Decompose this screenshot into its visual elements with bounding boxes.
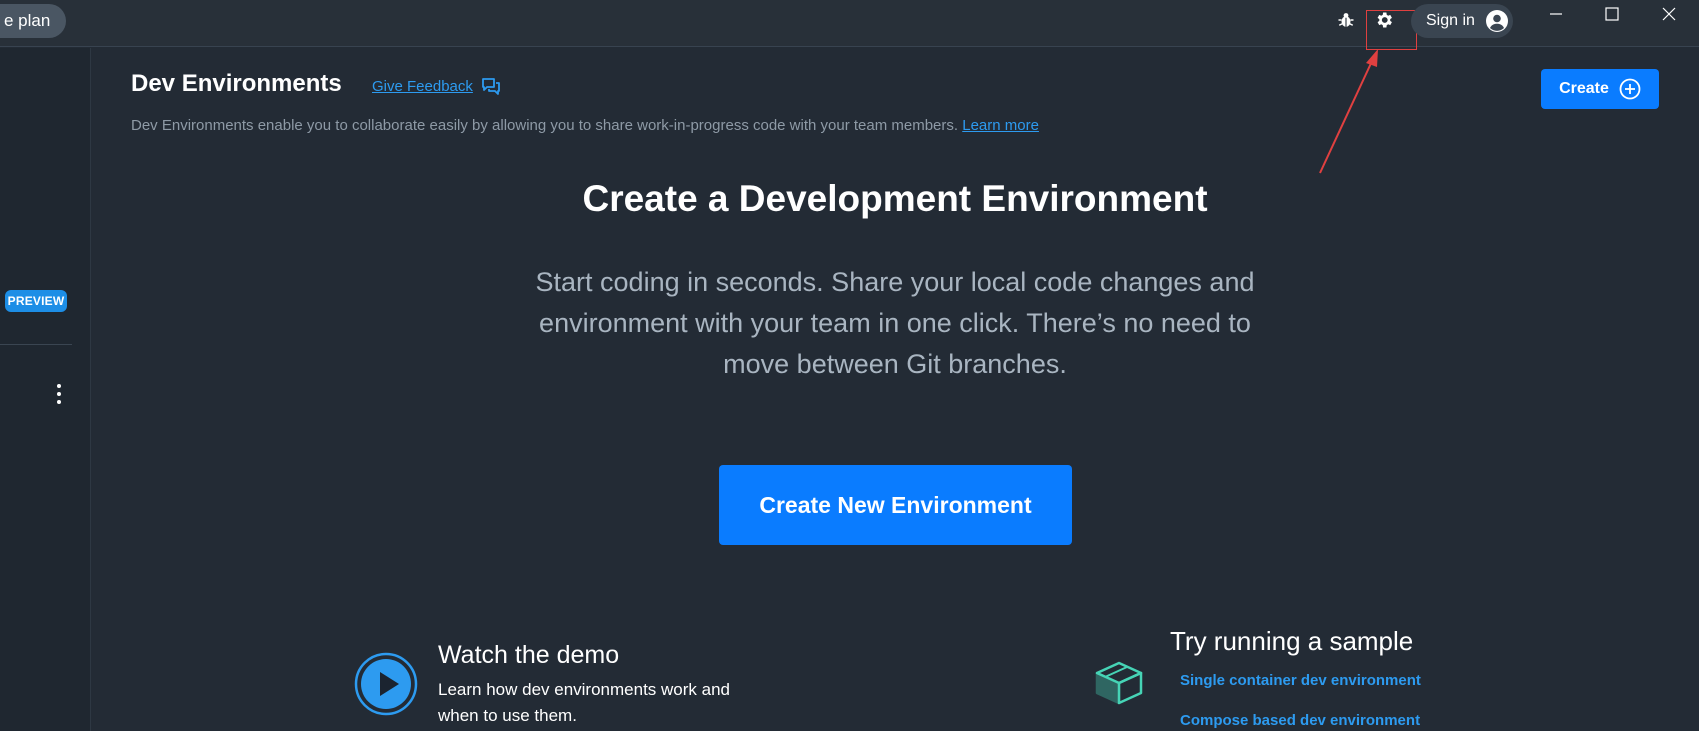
sign-in-label: Sign in [1426, 12, 1475, 29]
maximize-icon [1605, 7, 1619, 21]
learn-more-link[interactable]: Learn more [962, 117, 1039, 134]
hero-title: Create a Development Environment [582, 178, 1208, 219]
create-label: Create [1559, 80, 1609, 97]
minimize-icon [1550, 13, 1562, 15]
play-circle-icon[interactable] [354, 652, 418, 716]
hero-description: Start coding in seconds. Share your loca… [535, 267, 1255, 379]
sidebar-divider [0, 344, 72, 345]
account-circle-icon [1485, 10, 1508, 32]
more-options-icon[interactable] [52, 384, 66, 404]
annotation-arrow [1319, 49, 1378, 174]
bug-icon[interactable] [1335, 9, 1357, 31]
maximize-button[interactable] [1592, 2, 1632, 26]
close-button[interactable] [1649, 2, 1689, 26]
page-subtitle-text: Dev Environments enable you to collabora… [131, 117, 959, 134]
gear-highlight-box [1366, 10, 1417, 50]
page-subtitle: Dev Environments enable you to collabora… [131, 117, 1039, 134]
preview-badge: PREVIEW [5, 290, 67, 312]
compose-sample-link[interactable]: Compose based dev environment [1180, 712, 1420, 729]
demo-title[interactable]: Watch the demo [438, 641, 619, 670]
close-icon [1662, 7, 1676, 21]
page-title: Dev Environments [131, 70, 342, 97]
sign-in-button[interactable]: Sign in [1411, 4, 1513, 38]
cube-icon [1095, 661, 1143, 705]
plus-circle-icon [1619, 78, 1641, 100]
give-feedback-label: Give Feedback [372, 77, 473, 95]
give-feedback-link[interactable]: Give Feedback [372, 77, 501, 95]
title-bar: e plan Sign in [0, 0, 1699, 50]
samples-title: Try running a sample [1170, 626, 1414, 656]
chat-bubbles-icon [481, 77, 501, 95]
create-button[interactable]: Create [1541, 69, 1659, 109]
single-container-sample-link[interactable]: Single container dev environment [1180, 672, 1421, 689]
demo-description: Learn how dev environments work and when… [438, 680, 730, 725]
create-new-environment-button[interactable]: Create New Environment [719, 465, 1072, 545]
sidebar: PREVIEW [0, 48, 91, 731]
minimize-button[interactable] [1536, 2, 1576, 26]
upgrade-plan-button[interactable]: e plan [0, 4, 67, 38]
